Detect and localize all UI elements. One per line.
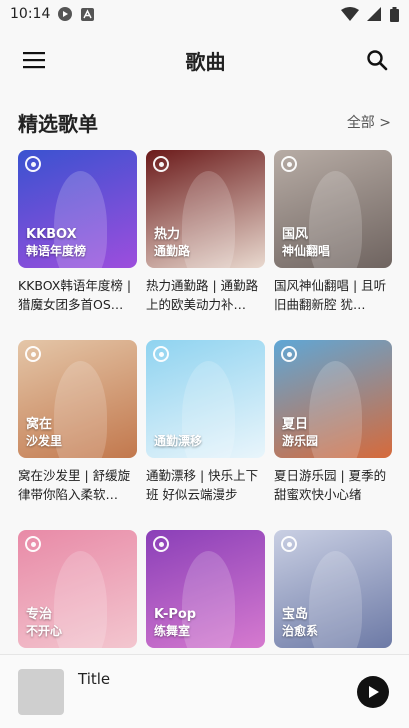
cover-label-line2: 通勤漂移 bbox=[154, 434, 203, 448]
bottom-player[interactable]: Title bbox=[0, 654, 409, 728]
cover-label-line1: 专治 bbox=[26, 607, 53, 622]
netease-logo-icon bbox=[25, 536, 41, 552]
cover-label-line1: 热力 bbox=[154, 227, 181, 242]
playlist-caption: 热力通勤路 | 通勤路上的欧美动力补… bbox=[146, 278, 259, 312]
cover-label: 专治 不开心 bbox=[26, 606, 62, 640]
cover-label-line2: 不开心 bbox=[26, 624, 63, 638]
playlist-cover: 宝岛 治愈系 bbox=[274, 530, 392, 648]
cover-label-line2: 治愈系 bbox=[282, 624, 319, 638]
playlist-card[interactable]: 热力通勤路热力通勤路 | 通勤路上的欧美动力补… bbox=[146, 150, 265, 340]
playlist-caption: 国风神仙翻唱 | 且听旧曲翻新腔 犹… bbox=[274, 278, 387, 312]
now-playing-thumbnail bbox=[18, 668, 64, 715]
view-all-link[interactable]: 全部 > bbox=[347, 112, 391, 132]
netease-logo-icon bbox=[153, 536, 169, 552]
playlist-card[interactable]: 夏日游乐园夏日游乐园 | 夏季的甜蜜欢快小心绪 bbox=[274, 340, 392, 530]
play-icon bbox=[369, 685, 379, 698]
playlist-caption: KKBOX韩语年度榜 | 猎魔女团多首OS… bbox=[18, 278, 132, 312]
featured-playlists-header: 精选歌单 全部 > bbox=[0, 94, 409, 150]
netease-logo-icon bbox=[281, 536, 297, 552]
wifi-icon bbox=[341, 7, 359, 21]
playlist-cover: K-Pop 练舞室 bbox=[146, 530, 265, 648]
cover-label: 宝岛 治愈系 bbox=[282, 606, 318, 640]
playlist-cover: 夏日 游乐园 bbox=[274, 340, 392, 458]
page-title: 歌曲 bbox=[185, 49, 226, 74]
cover-label-line1: 窝在 bbox=[26, 417, 53, 432]
cover-label-line2: 游乐园 bbox=[282, 434, 319, 448]
netease-logo-icon bbox=[25, 156, 41, 172]
media-play-status-icon bbox=[58, 7, 73, 21]
cover-label-line2: 通勤路 bbox=[154, 244, 191, 258]
cover-label-line1: 夏日 bbox=[282, 417, 309, 432]
playlist-cover: 热力 通勤路 bbox=[146, 150, 265, 268]
netease-logo-icon bbox=[25, 346, 41, 362]
cover-label-line2: 练舞室 bbox=[154, 624, 191, 638]
play-button[interactable] bbox=[357, 675, 389, 708]
status-bar: 10:14 bbox=[0, 0, 409, 28]
netease-logo-icon bbox=[281, 346, 297, 362]
status-time: 10:14 bbox=[10, 6, 51, 22]
playlist-card[interactable]: 窝在沙发里窝在沙发里 | 舒缓旋律带你陷入柔软… bbox=[18, 340, 137, 530]
cover-label: 夏日 游乐园 bbox=[282, 416, 318, 450]
search-icon bbox=[367, 50, 388, 71]
search-button[interactable] bbox=[363, 46, 391, 74]
section-title: 精选歌单 bbox=[18, 111, 98, 136]
cover-label: 热力 通勤路 bbox=[154, 226, 190, 260]
cover-label: 通勤漂移 bbox=[154, 433, 202, 450]
signal-icon bbox=[367, 7, 381, 21]
netease-logo-icon bbox=[281, 156, 297, 172]
cover-label-line1: KKBOX bbox=[26, 227, 77, 242]
playlist-card[interactable]: 通勤漂移通勤漂移 | 快乐上下班 好似云端漫步 bbox=[146, 340, 265, 530]
app-bar: 歌曲 bbox=[0, 28, 409, 92]
cover-label: KKBOX 韩语年度榜 bbox=[26, 226, 86, 260]
playlist-caption: 窝在沙发里 | 舒缓旋律带你陷入柔软… bbox=[18, 468, 131, 502]
playlist-cover: 国风 神仙翻唱 bbox=[274, 150, 392, 268]
playlist-grid: KKBOX 韩语年度榜 KKBOX韩语年度榜 | 猎魔女团多首OS… 热力通勤路热力通… bbox=[0, 150, 409, 720]
playlist-caption: 夏日游乐园 | 夏季的甜蜜欢快小心绪 bbox=[274, 468, 387, 502]
menu-button[interactable] bbox=[20, 46, 48, 74]
cover-label-line2: 韩语年度榜 bbox=[26, 244, 87, 258]
menu-icon bbox=[23, 52, 45, 69]
cover-label-line1: 国风 bbox=[282, 227, 309, 242]
playlist-card[interactable]: KKBOX 韩语年度榜 KKBOX韩语年度榜 | 猎魔女团多首OS… bbox=[18, 150, 137, 340]
cover-label: 窝在 沙发里 bbox=[26, 416, 62, 450]
cover-label-line1: 宝岛 bbox=[282, 607, 309, 622]
playlist-cover: 通勤漂移 bbox=[146, 340, 265, 458]
netease-logo-icon bbox=[153, 156, 169, 172]
playlist-cover: 窝在 沙发里 bbox=[18, 340, 137, 458]
playlist-card[interactable]: 国风神仙翻唱国风神仙翻唱 | 且听旧曲翻新腔 犹… bbox=[274, 150, 392, 340]
cover-label-line1: K-Pop bbox=[154, 607, 197, 622]
cover-label-line2: 沙发里 bbox=[26, 434, 63, 448]
battery-icon bbox=[389, 6, 399, 22]
netease-logo-icon bbox=[153, 346, 169, 362]
cover-label-line2: 神仙翻唱 bbox=[282, 244, 331, 258]
playlist-cover: 专治 不开心 bbox=[18, 530, 137, 648]
playlist-caption: 通勤漂移 | 快乐上下班 好似云端漫步 bbox=[146, 468, 259, 502]
now-playing-title: Title bbox=[78, 670, 111, 688]
cover-label: 国风 神仙翻唱 bbox=[282, 226, 330, 260]
app-notification-icon bbox=[80, 7, 94, 21]
cover-label: K-Pop 练舞室 bbox=[154, 606, 196, 640]
playlist-cover: KKBOX 韩语年度榜 bbox=[18, 150, 137, 268]
